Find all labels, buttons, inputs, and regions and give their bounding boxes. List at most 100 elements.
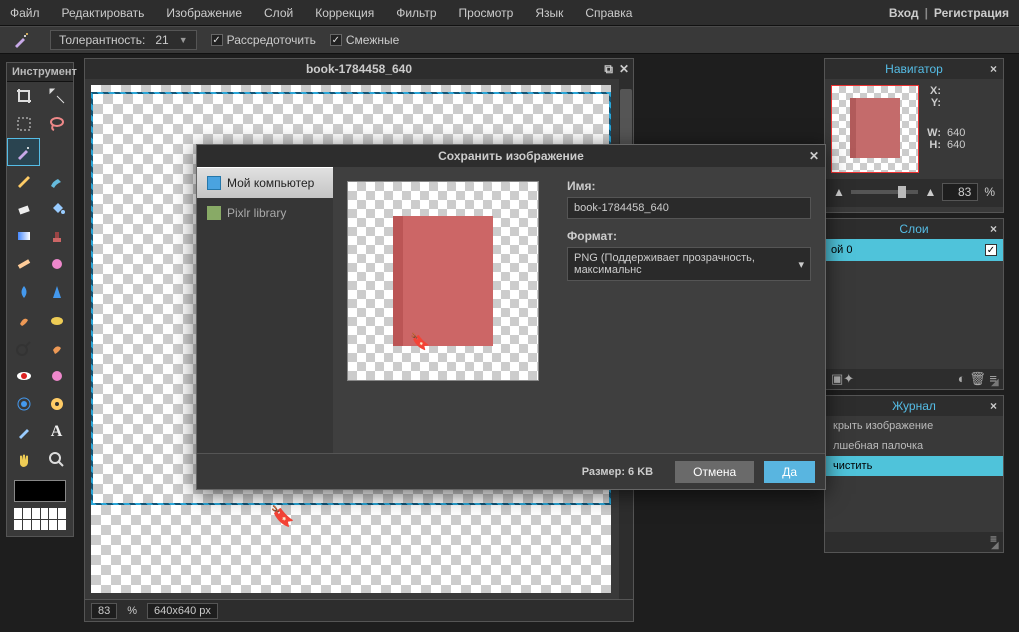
canvas-titlebar[interactable]: book-1784458_640 ⧉ ✕ [85, 59, 633, 79]
ok-button[interactable]: Да [764, 461, 815, 483]
layers-title: Слои [899, 222, 928, 236]
menu-edit[interactable]: Редактировать [62, 6, 145, 20]
nav-zoom-unit: % [984, 185, 995, 199]
signup-link[interactable]: Регистрация [934, 6, 1009, 20]
dest-my-computer[interactable]: Мой компьютер [197, 167, 333, 198]
canvas-statusbar: 83 % 640x640 px [85, 599, 633, 621]
chevron-down-icon: ▾ [798, 258, 804, 271]
monitor-icon [207, 176, 221, 190]
menu-adjust[interactable]: Коррекция [315, 6, 374, 20]
canvas-title: book-1784458_640 [306, 62, 412, 76]
tool-zoom[interactable] [40, 446, 73, 474]
tool-eraser[interactable] [7, 194, 40, 222]
tool-panel-title: Инструмент [7, 63, 73, 82]
zoom-slider[interactable] [851, 190, 919, 194]
tool-lasso[interactable] [40, 110, 73, 138]
contiguous-label: Смежные [346, 33, 399, 47]
scatter-label: Рассредоточить [227, 33, 316, 47]
tool-dodge[interactable] [7, 334, 40, 362]
menu-layer[interactable]: Слой [264, 6, 293, 20]
tool-brush[interactable] [40, 166, 73, 194]
menu-language[interactable]: Язык [535, 6, 563, 20]
tool-wand[interactable] [7, 138, 40, 166]
resize-grip[interactable]: ◢ [991, 540, 1001, 550]
nav-zoom-value[interactable]: 83 [942, 183, 978, 201]
tool-redeye[interactable] [7, 362, 40, 390]
check-icon: ✓ [211, 34, 223, 46]
navigator-title: Навигатор [885, 62, 943, 76]
separator: | [925, 6, 928, 20]
zoom-value[interactable]: 83 [91, 603, 117, 619]
navigator-thumbnail[interactable] [831, 85, 919, 173]
bookmark-icon: 🔖 [410, 332, 430, 352]
dialog-titlebar[interactable]: Сохранить изображение ✕ [197, 145, 825, 167]
dialog-preview: 🔖 [347, 181, 539, 381]
close-icon[interactable]: ✕ [809, 149, 819, 163]
history-item[interactable]: лшебная палочка [825, 436, 1003, 456]
tool-replace[interactable] [40, 250, 73, 278]
tool-spot[interactable] [40, 362, 73, 390]
visibility-checkbox[interactable]: ✓ [985, 244, 997, 256]
tool-move[interactable] [40, 82, 73, 110]
tool-heal[interactable] [7, 250, 40, 278]
history-item[interactable]: чистить [825, 456, 1003, 476]
close-icon[interactable]: ✕ [619, 62, 629, 77]
history-title: Журнал [892, 399, 936, 413]
name-input[interactable] [567, 197, 811, 219]
tool-pinch[interactable] [40, 390, 73, 418]
tool-type[interactable]: A [40, 418, 73, 446]
login-link[interactable]: Вход [889, 6, 919, 20]
menu-filter[interactable]: Фильтр [396, 6, 436, 20]
scatter-checkbox[interactable]: ✓ Рассредоточить [211, 33, 316, 47]
close-icon[interactable]: × [990, 62, 997, 76]
tool-pencil[interactable] [7, 166, 40, 194]
tool-hand[interactable] [7, 446, 40, 474]
tool-sponge[interactable] [40, 306, 73, 334]
check-icon: ✓ [330, 34, 342, 46]
menu-file[interactable]: Файл [10, 6, 40, 20]
contiguous-checkbox[interactable]: ✓ Смежные [330, 33, 399, 47]
tool-picker[interactable] [7, 418, 40, 446]
zoom-in-icon[interactable]: ▲ [924, 185, 936, 199]
format-select[interactable]: PNG (Поддерживает прозрачность, максимал… [567, 247, 811, 281]
tool-burn[interactable] [40, 334, 73, 362]
resize-grip[interactable]: ◢ [991, 377, 1001, 387]
tool-smudge[interactable] [7, 306, 40, 334]
tool-stamp[interactable] [40, 222, 73, 250]
toolbar: Толерантность: 21 ▼ ✓ Рассредоточить ✓ С… [0, 26, 1019, 54]
tolerance-control[interactable]: Толерантность: 21 ▼ [50, 30, 197, 50]
mask-icon[interactable]: ◐ [958, 371, 966, 386]
tool-crop[interactable] [7, 82, 40, 110]
format-label: Формат: [567, 229, 811, 243]
history-item[interactable]: крыть изображение [825, 416, 1003, 436]
file-size: Размер: 6 KB [582, 466, 653, 478]
tool-marquee[interactable] [7, 110, 40, 138]
trash-icon[interactable]: 🗑 [969, 371, 986, 386]
zoom-unit: % [127, 605, 137, 617]
tool-gradient[interactable] [7, 222, 40, 250]
menu-image[interactable]: Изображение [166, 6, 242, 20]
close-icon[interactable]: × [990, 399, 997, 413]
tool-bloat[interactable] [7, 390, 40, 418]
menu-view[interactable]: Просмотр [459, 6, 514, 20]
menu-help[interactable]: Справка [585, 6, 632, 20]
color-swatch[interactable] [14, 480, 66, 502]
maximize-icon[interactable]: ⧉ [604, 62, 613, 77]
zoom-out-icon[interactable]: ▲ [833, 185, 845, 199]
layer-item[interactable]: ой 0 ✓ [825, 239, 1003, 261]
cancel-button[interactable]: Отмена [675, 461, 754, 483]
palette[interactable] [14, 508, 66, 530]
layers-panel: Слои × ой 0 ✓ ▣✦ ◐ 🗑 ≡ ◢ [824, 218, 1004, 390]
close-icon[interactable]: × [990, 222, 997, 236]
new-layer-icon[interactable]: ▣✦ [831, 371, 854, 386]
format-value: PNG (Поддерживает прозрачность, максимал… [574, 252, 798, 276]
dest-pixlr-library[interactable]: Pixlr library [197, 198, 333, 228]
tool-blur[interactable] [7, 278, 40, 306]
dialog-title: Сохранить изображение [438, 149, 584, 163]
tool-sharpen[interactable] [40, 278, 73, 306]
save-dialog: Сохранить изображение ✕ Мой компьютер Pi… [196, 144, 826, 490]
tool-panel: Инструмент A [6, 62, 74, 537]
history-panel: Журнал × крыть изображение лшебная палоч… [824, 395, 1004, 553]
tolerance-label: Толерантность: [59, 33, 145, 47]
tool-bucket[interactable] [40, 194, 73, 222]
